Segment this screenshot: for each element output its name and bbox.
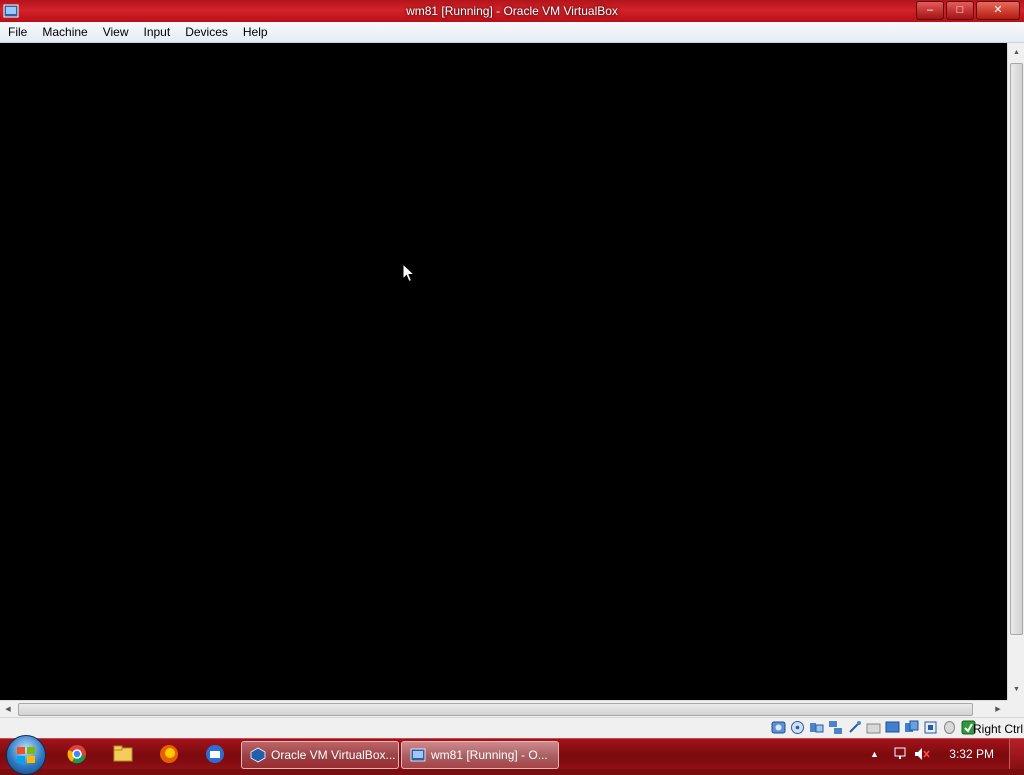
scroll-up-icon[interactable]: ▲ bbox=[1008, 45, 1024, 61]
windows-logo-icon bbox=[17, 747, 35, 763]
show-desktop-button[interactable] bbox=[1009, 739, 1024, 769]
taskbar-item-label: wm81 [Running] - O... bbox=[431, 748, 548, 762]
network-icon[interactable] bbox=[828, 720, 843, 735]
status-bar: Right Ctrl bbox=[0, 717, 1024, 739]
mouse-cursor-icon bbox=[402, 263, 416, 283]
menu-machine[interactable]: Machine bbox=[34, 22, 94, 42]
firefox-icon[interactable] bbox=[158, 743, 180, 765]
taskbar-item-virtualbox-manager[interactable]: Oracle VM VirtualBox... bbox=[241, 741, 399, 769]
optical-drive-icon[interactable] bbox=[790, 720, 805, 735]
scroll-left-icon[interactable]: ◀ bbox=[0, 701, 16, 718]
usb-icon[interactable] bbox=[847, 720, 862, 735]
taskbar-item-label: Oracle VM VirtualBox... bbox=[271, 748, 396, 762]
virtualbox-vm-icon bbox=[410, 748, 426, 762]
scroll-down-icon[interactable]: ▼ bbox=[1008, 682, 1024, 698]
vertical-scrollbar[interactable]: ▲ ▼ bbox=[1007, 43, 1024, 700]
system-tray: ▲ 3:32 PM bbox=[854, 739, 1024, 769]
taskbar: Oracle VM VirtualBox... wm81 [Running] -… bbox=[0, 735, 1024, 775]
close-button[interactable]: ✕ bbox=[976, 1, 1020, 20]
menu-input[interactable]: Input bbox=[136, 22, 178, 42]
title-bar[interactable]: wm81 [Running] - Oracle VM VirtualBox – … bbox=[0, 0, 1024, 22]
scroll-right-icon[interactable]: ▶ bbox=[990, 701, 1006, 718]
menu-view[interactable]: View bbox=[95, 22, 136, 42]
vm-display[interactable] bbox=[0, 43, 1007, 700]
mouse-integration-icon[interactable] bbox=[942, 720, 957, 735]
start-button[interactable] bbox=[6, 735, 46, 775]
virtualization-icon[interactable] bbox=[923, 720, 938, 735]
hard-disk-icon[interactable] bbox=[771, 720, 786, 735]
shared-folders-icon[interactable] bbox=[866, 720, 881, 735]
volume-muted-icon[interactable] bbox=[914, 747, 930, 761]
virtualbox-icon bbox=[250, 747, 266, 763]
thunderbird-icon[interactable] bbox=[204, 743, 226, 765]
menu-file[interactable]: File bbox=[0, 22, 34, 42]
host-key-label: Right Ctrl bbox=[972, 722, 1023, 736]
audio-icon[interactable] bbox=[809, 720, 824, 735]
taskbar-item-vm-window[interactable]: wm81 [Running] - O... bbox=[401, 741, 559, 769]
menu-bar: File Machine View Input Devices Help bbox=[0, 22, 1024, 43]
file-explorer-icon[interactable] bbox=[112, 743, 134, 765]
window-title: wm81 [Running] - Oracle VM VirtualBox bbox=[406, 4, 618, 18]
chrome-icon[interactable] bbox=[66, 743, 88, 765]
minimize-button[interactable]: – bbox=[916, 1, 944, 20]
horizontal-scrollbar[interactable]: ◀ ▶ bbox=[0, 700, 1007, 718]
video-capture-icon[interactable] bbox=[904, 720, 919, 735]
scrollbar-corner bbox=[1007, 700, 1024, 717]
display-icon[interactable] bbox=[885, 720, 900, 735]
menu-help[interactable]: Help bbox=[235, 22, 275, 42]
restore-button[interactable]: □ bbox=[946, 1, 974, 20]
show-hidden-icons-icon[interactable]: ▲ bbox=[870, 749, 879, 759]
menu-devices[interactable]: Devices bbox=[177, 22, 235, 42]
vertical-scroll-thumb[interactable] bbox=[1010, 63, 1023, 635]
clock[interactable]: 3:32 PM bbox=[949, 747, 994, 761]
horizontal-scroll-thumb[interactable] bbox=[18, 703, 973, 716]
network-tray-icon[interactable] bbox=[894, 747, 910, 761]
